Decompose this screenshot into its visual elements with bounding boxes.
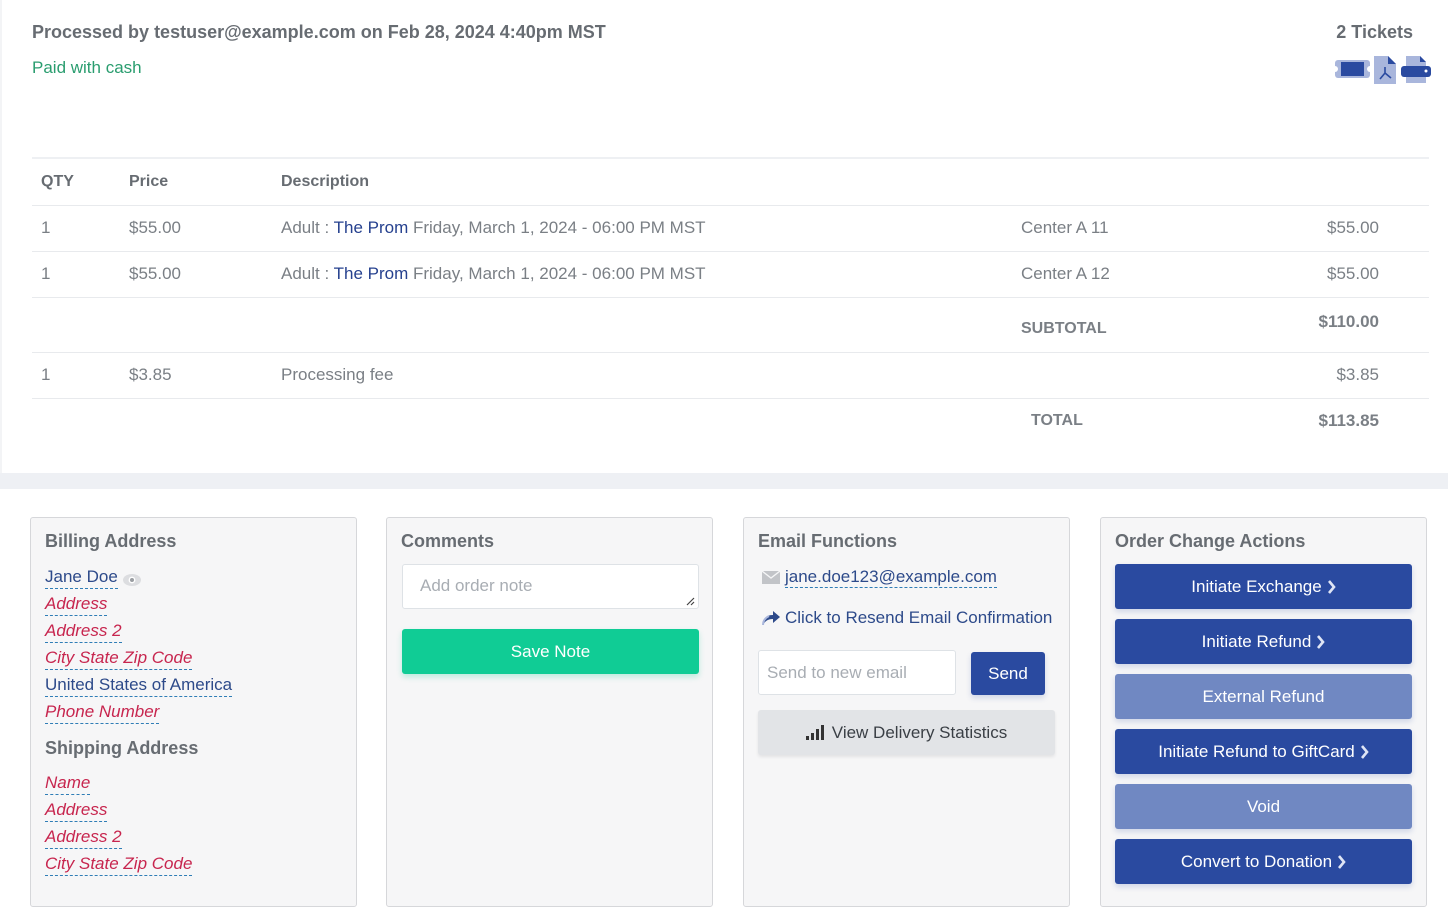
initiate-exchange-button[interactable]: Initiate Exchange (1115, 564, 1412, 609)
shipping-address-list: Name Address Address 2 City State Zip Co… (45, 772, 193, 880)
new-email-input[interactable]: Send to new email (758, 650, 956, 695)
total-value: $113.85 (1318, 411, 1379, 431)
column-header-price: Price (129, 172, 169, 190)
item-description: Adult : The Prom Friday, March 1, 2024 -… (281, 218, 706, 237)
convert-to-donation-button[interactable]: Convert to Donation (1115, 839, 1412, 884)
signal-bars-icon (805, 725, 824, 740)
save-note-button[interactable]: Save Note (402, 629, 699, 674)
order-change-actions-panel: Order Change Actions Initiate Exchange In… (1100, 517, 1427, 907)
fee-amount: $3.85 (1336, 365, 1379, 384)
void-label: Void (1246, 796, 1281, 816)
print-icon[interactable] (1400, 54, 1432, 84)
billing-address-title: Billing Address (45, 531, 177, 551)
order-note-textarea[interactable]: Add order note (402, 564, 699, 609)
initiate-refund-label: Initiate Refund (1201, 631, 1312, 651)
column-header-description: Description (281, 172, 370, 190)
external-refund-button[interactable]: External Refund (1115, 674, 1412, 719)
item-description: Adult : The Prom Friday, March 1, 2024 -… (281, 264, 706, 283)
billing-address-2[interactable]: Address 2 (45, 620, 122, 643)
seat-link[interactable]: Center A 11 (1012, 205, 1232, 251)
email-functions-title: Email Functions (758, 531, 898, 551)
fee-qty: 1 (41, 365, 51, 384)
item-price: $55.00 (129, 218, 181, 237)
event-link[interactable]: The Prom (334, 218, 409, 237)
initiate-exchange-label: Initiate Exchange (1191, 576, 1322, 596)
item-amount: $55.00 (1327, 264, 1379, 283)
initiate-refund-giftcard-button[interactable]: Initiate Refund to GiftCard (1115, 729, 1412, 774)
processed-by-text: Processed by testuser@example.com on Feb… (32, 22, 606, 42)
initiate-refund-giftcard-label: Initiate Refund to GiftCard (1158, 741, 1355, 761)
chevron-right-icon (1327, 579, 1336, 594)
envelope-icon (762, 571, 780, 584)
ticket-actions (1335, 54, 1432, 84)
comments-title: Comments (401, 531, 495, 551)
billing-phone[interactable]: Phone Number (45, 701, 160, 724)
billing-address[interactable]: Address (45, 593, 108, 616)
shipping-address[interactable]: Address (45, 799, 108, 822)
void-button[interactable]: Void (1115, 784, 1412, 829)
column-header-qty: QTY (41, 172, 74, 190)
share-arrow-icon (762, 611, 780, 626)
pdf-icon[interactable] (1374, 54, 1396, 84)
shipping-address-title: Shipping Address (45, 738, 199, 758)
view-delivery-statistics-button[interactable]: View Delivery Statistics (758, 710, 1055, 755)
billing-address-list: Jane Doe Address Address 2 City State Zi… (45, 566, 233, 728)
resend-confirmation-link[interactable]: Click to Resend Email Confirmation (762, 608, 1052, 628)
chevron-right-icon (1360, 744, 1369, 759)
shipping-address-2[interactable]: Address 2 (45, 826, 122, 849)
total-label: TOTAL (1031, 412, 1083, 430)
chevron-right-icon (1338, 854, 1346, 869)
table-row: 1 $3.85 Processing fee $3.85 (32, 352, 1429, 398)
shipping-city-state-zip[interactable]: City State Zip Code (45, 853, 193, 876)
subtotal-label: SUBTOTAL (1021, 319, 1107, 337)
table-row: 1 $55.00 Adult : The Prom Friday, March … (32, 251, 1429, 297)
external-refund-label: External Refund (1202, 686, 1325, 706)
initiate-refund-button[interactable]: Initiate Refund (1115, 619, 1412, 664)
shipping-name[interactable]: Name (45, 772, 91, 795)
email-functions-panel: Email Functions jane.doe123@example.com … (743, 517, 1070, 907)
customer-email-link[interactable]: jane.doe123@example.com (785, 567, 997, 588)
billing-address-panel: Billing Address Jane Doe Address Address… (30, 517, 357, 907)
table-row: 1 $55.00 Adult : The Prom Friday, March … (32, 205, 1429, 251)
item-amount: $55.00 (1327, 218, 1379, 237)
total-row: TOTAL $113.85 (32, 398, 1429, 444)
convert-to-donation-label: Convert to Donation (1180, 851, 1333, 871)
table-header-row: QTY Price Description (32, 158, 1429, 205)
order-note-placeholder: Add order note (420, 576, 533, 595)
tickets-count: 2 Tickets (1336, 22, 1413, 42)
seat-link[interactable]: Center A 12 (1012, 251, 1232, 297)
order-items-table: QTY Price Description 1 $55.00 Adult : T… (32, 157, 1429, 444)
item-price: $55.00 (129, 264, 181, 283)
order-summary-card: Processed by testuser@example.com on Feb… (0, 0, 1448, 473)
order-change-actions-title: Order Change Actions (1115, 531, 1306, 551)
event-link[interactable]: The Prom (334, 264, 409, 283)
resend-confirmation-label: Click to Resend Email Confirmation (785, 608, 1053, 627)
view-delivery-statistics-label: View Delivery Statistics (831, 722, 1008, 742)
ticket-icon[interactable] (1335, 54, 1370, 82)
new-email-placeholder: Send to new email (767, 663, 907, 682)
chevron-right-icon (1317, 634, 1326, 649)
billing-country[interactable]: United States of America (45, 674, 233, 697)
fee-price: $3.85 (129, 365, 172, 384)
subtotal-value: $110.00 (1318, 311, 1379, 331)
billing-name[interactable]: Jane Doe (45, 566, 118, 589)
subtotal-row: SUBTOTAL $110.00 (32, 297, 1429, 352)
comments-panel: Comments Add order note Save Note (386, 517, 713, 907)
billing-city-state-zip[interactable]: City State Zip Code (45, 647, 193, 670)
item-qty: 1 (41, 264, 51, 283)
eye-icon[interactable] (122, 573, 142, 587)
payment-method-text: Paid with cash (32, 58, 142, 77)
section-divider (0, 473, 1448, 489)
item-qty: 1 (41, 218, 51, 237)
send-email-button[interactable]: Send (971, 652, 1045, 695)
fee-description: Processing fee (281, 365, 394, 384)
resize-handle-icon[interactable] (685, 596, 695, 606)
